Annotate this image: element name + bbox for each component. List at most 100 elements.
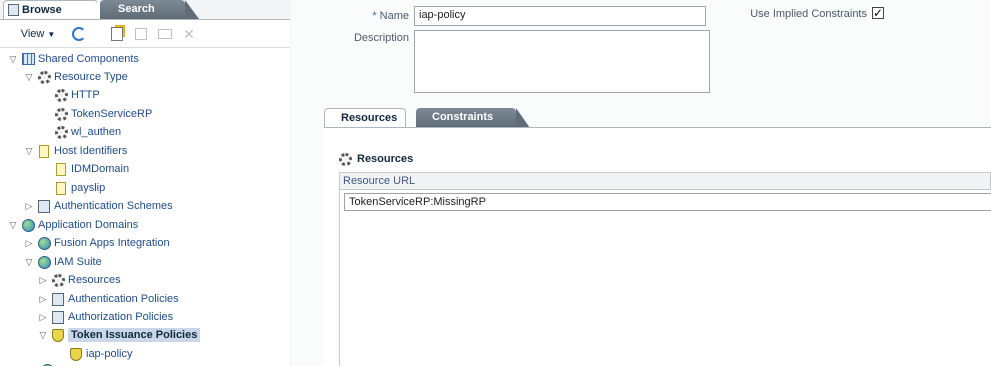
tree-icon (8, 4, 19, 16)
tab-search[interactable]: Search (100, 0, 199, 19)
tree-node-label: Application Domains (38, 219, 139, 231)
tree-node-idmdomain[interactable]: IDMDomain (41, 160, 129, 178)
create-button[interactable] (108, 26, 126, 42)
duplicate-button[interactable] (132, 26, 150, 42)
gear-icon (339, 152, 352, 166)
tree-node-http[interactable]: HTTP (41, 86, 100, 104)
delete-icon: ✕ (183, 25, 195, 42)
tree-node-resource-type[interactable]: ▽ Resource Type (24, 68, 128, 86)
tab-constraints[interactable]: Constraints (416, 108, 530, 128)
refresh-icon (72, 27, 86, 41)
tree-node-iap-policy[interactable]: iap-policy (56, 345, 132, 363)
tree-node-shared-components[interactable]: ▽ Shared Components (8, 50, 139, 68)
tree-node-label: Resource Type (54, 71, 128, 83)
chevron-down-icon: ▼ (47, 29, 56, 39)
collapse-icon[interactable]: ▽ (24, 257, 34, 268)
tree-node-label: Authentication Schemes (54, 200, 173, 212)
expand-icon[interactable]: ▷ (38, 312, 48, 323)
tree-node-token-issuance-policies[interactable]: ▽ Token Issuance Policies (38, 326, 201, 344)
gear-icon (54, 107, 68, 121)
refresh-button[interactable] (70, 26, 88, 42)
expand-icon[interactable]: ▷ (24, 238, 34, 249)
expand-icon[interactable]: ▷ (38, 275, 48, 286)
policy-icon (37, 199, 51, 213)
tree-node-label: Resources (68, 274, 121, 286)
description-label: Description (353, 32, 409, 44)
gear-icon (37, 70, 51, 84)
navigation-panel: Browse Search View ▼ ✕ ▽ Shared Componen… (0, 0, 290, 366)
document-icon (37, 144, 51, 158)
collapse-icon[interactable]: ▽ (8, 220, 18, 231)
shield-icon (51, 328, 65, 342)
tree-node-resources[interactable]: ▷ Resources (38, 271, 121, 289)
tree-node-label: Shared Components (38, 53, 139, 65)
collapse-icon[interactable]: ▽ (8, 54, 18, 65)
tree-node-label: Token Issuance Policies (68, 328, 201, 342)
resources-section-header: Resources (339, 150, 413, 168)
policy-icon (51, 310, 65, 324)
globe-icon (21, 218, 35, 232)
shield-icon (69, 347, 83, 361)
collapse-icon[interactable]: ▽ (24, 72, 34, 83)
column-header-resource-url[interactable]: Resource URL (339, 172, 991, 190)
navigation-tree: ▽ Shared Components ▽ Resource Type HTTP… (0, 47, 290, 366)
tree-node-tokenservicerp[interactable]: TokenServiceRP (41, 105, 152, 123)
new-document-icon (111, 27, 123, 41)
gear-icon (51, 273, 65, 287)
tree-node-label: HTTP (71, 89, 100, 101)
tab-browse[interactable]: Browse (3, 0, 111, 19)
view-menu-button[interactable]: View ▼ (18, 26, 58, 42)
tree-node-label: iap-policy (86, 348, 133, 360)
tree-node-label: payslip (71, 182, 106, 194)
tree-node-label: Fusion Apps Integration (54, 237, 170, 249)
tree-node-payslip[interactable]: payslip (41, 179, 105, 197)
collapse-icon[interactable]: ▽ (38, 330, 48, 341)
globe-icon (37, 255, 51, 269)
tree-node-label: Authentication Policies (68, 293, 179, 305)
expand-icon[interactable]: ▷ (38, 294, 48, 305)
name-label-text: Name (379, 10, 409, 22)
tree-node-host-identifiers[interactable]: ▽ Host Identifiers (24, 142, 127, 160)
tree-node-fusion-apps-integration[interactable]: ▷ Fusion Apps Integration (24, 234, 170, 252)
edit-button[interactable] (156, 26, 174, 42)
gear-icon (54, 88, 68, 102)
use-implied-constraints-label: Use Implied Constraints (750, 8, 867, 20)
duplicate-icon (135, 28, 147, 40)
tree-node-iam-suite[interactable]: ▽ IAM Suite (24, 253, 102, 271)
tree-node-label: Host Identifiers (54, 145, 128, 157)
tree-node-authorization-policies[interactable]: ▷ Authorization Policies (38, 308, 173, 326)
resources-panel: Resources Resource URL TokenServiceRP:Mi… (324, 127, 991, 366)
tree-node-authentication-policies[interactable]: ▷ Authentication Policies (38, 290, 179, 308)
delete-button[interactable]: ✕ (180, 26, 198, 42)
resources-table: TokenServiceRP:MissingRP (339, 190, 991, 366)
use-implied-constraints-checkbox[interactable]: ✓ (872, 7, 884, 19)
tree-node-application-domains[interactable]: ▽ Application Domains (8, 216, 138, 234)
tab-resources[interactable]: Resources (324, 108, 406, 128)
document-icon (54, 181, 68, 195)
gear-icon (54, 125, 68, 139)
expand-icon[interactable]: ▷ (24, 201, 34, 212)
tree-node-wl-authen[interactable]: wl_authen (41, 123, 121, 141)
required-mark: * (372, 10, 377, 22)
tree-node-label: IAM Suite (54, 256, 102, 268)
tab-browse-label: Browse (22, 4, 62, 16)
name-label: * Name (351, 10, 409, 22)
collapse-icon[interactable]: ▽ (24, 146, 34, 157)
name-input[interactable]: iap-policy (414, 6, 706, 26)
description-textarea[interactable] (414, 30, 710, 93)
tree-node-label: TokenServiceRP (71, 108, 153, 120)
document-icon (54, 162, 68, 176)
navigator-toolbar: View ▼ ✕ (0, 19, 290, 47)
tree-node-label: wl_authen (71, 126, 122, 138)
tree-node-authentication-schemes[interactable]: ▷ Authentication Schemes (24, 197, 173, 215)
folder-icon (158, 29, 172, 39)
resources-section-title: Resources (357, 153, 414, 165)
policy-icon (51, 292, 65, 306)
tree-node-label: Authorization Policies (68, 311, 174, 323)
grid-icon (21, 52, 35, 66)
tree-node-label: IDMDomain (71, 163, 130, 175)
detail-tab-bar: Resources Constraints (324, 108, 991, 128)
navigator-tab-bar: Browse Search (0, 0, 290, 19)
tab-search-label: Search (118, 3, 155, 15)
table-row[interactable]: TokenServiceRP:MissingRP (344, 193, 991, 211)
